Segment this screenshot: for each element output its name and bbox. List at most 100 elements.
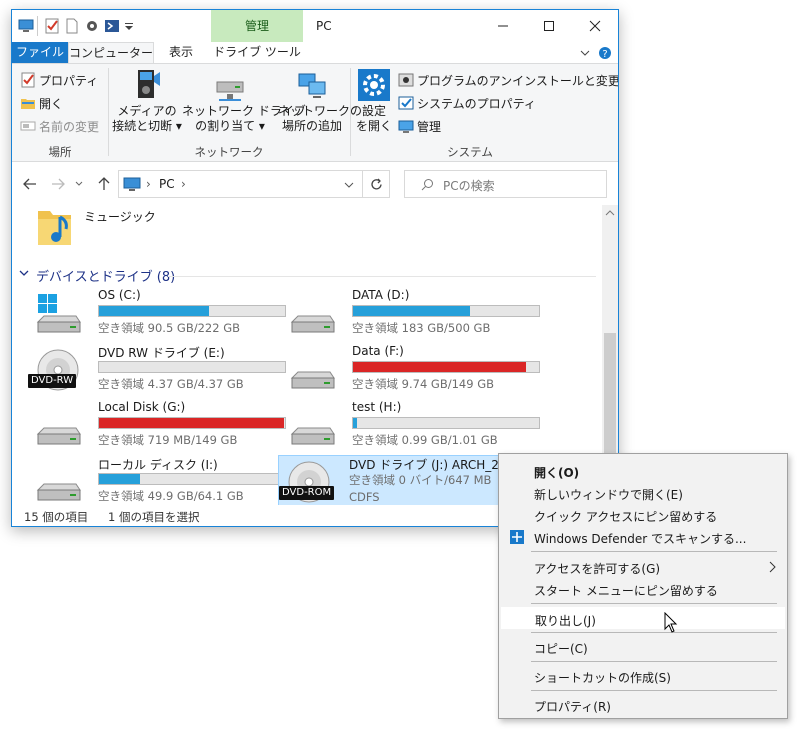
tab-file[interactable]: ファイル — [12, 42, 68, 64]
refresh-button[interactable] — [363, 170, 390, 198]
drive-tile[interactable]: test (H:) 空き領域 0.99 GB/1.01 GB — [282, 400, 540, 452]
system-properties-icon — [398, 96, 414, 110]
ribbon-tabs: ファイル コンピューター 表示 ドライブ ツール ? — [12, 42, 618, 64]
hard-drive-icon — [36, 427, 81, 445]
drive-tile[interactable]: Local Disk (G:) 空き領域 719 MB/149 GB — [28, 400, 286, 452]
folder-item-music[interactable]: ミュージック — [34, 205, 234, 249]
uninstall-label: プログラムのアンインストールと変更 — [417, 73, 619, 88]
search-input[interactable]: PCの検索 — [404, 170, 607, 198]
drive-tile[interactable]: OS (C:) 空き領域 90.5 GB/222 GB — [28, 288, 286, 340]
gear-icon[interactable] — [84, 18, 100, 34]
status-item-count: 15 個の項目 — [24, 510, 89, 524]
menu-label-open: 開く(O) — [534, 466, 580, 480]
forward-arrow-icon[interactable] — [50, 176, 66, 192]
customize-qa-icon[interactable] — [124, 18, 134, 34]
drive-usage-bar — [352, 305, 540, 317]
powershell-icon[interactable] — [104, 18, 120, 34]
minimize-button[interactable] — [480, 10, 526, 42]
drive-file-system: CDFS — [349, 490, 380, 504]
drive-free-space: 空き領域 9.74 GB/149 GB — [352, 377, 494, 391]
back-arrow-icon[interactable] — [22, 176, 38, 192]
menu-item-pin-start[interactable]: スタート メニューにピン留めする — [501, 578, 785, 600]
music-folder-icon — [38, 211, 71, 245]
open-command[interactable]: 開く — [20, 93, 63, 113]
chevron-right-icon — [769, 561, 776, 573]
chevron-down-icon[interactable] — [578, 46, 592, 60]
recent-locations-chevron-icon[interactable] — [74, 176, 84, 192]
add-network-location-command[interactable]: ネットワークの 場所の追加 — [278, 68, 362, 134]
tab-computer[interactable]: コンピューター — [68, 42, 154, 64]
rename-command[interactable]: 名前の変更 — [20, 116, 99, 136]
properties-icon — [21, 72, 35, 88]
up-arrow-icon[interactable] — [96, 176, 112, 192]
menu-item-eject[interactable]: 取り出し(J) — [501, 607, 785, 629]
breadcrumb-pc[interactable]: PC — [159, 177, 175, 191]
drive-name: DATA (D:) — [352, 288, 410, 302]
drive-free-space: 空き領域 0.99 GB/1.01 GB — [352, 433, 498, 447]
hard-drive-icon — [36, 483, 81, 501]
address-bar[interactable]: › PC › — [118, 170, 363, 198]
scroll-up-icon[interactable] — [605, 209, 615, 217]
drive-free-space: 空き領域 90.5 GB/222 GB — [98, 321, 240, 335]
close-button[interactable] — [572, 10, 618, 42]
menu-item-pin-quick-access[interactable]: クイック アクセスにピン留めする — [501, 504, 785, 526]
uninstall-icon — [398, 73, 414, 87]
drive-type-badge: DVD-ROM — [279, 486, 335, 500]
drive-tile[interactable]: DVD-ROM DVD ドライブ (J:) ARCH_202007 空き領域 0 バ… — [278, 455, 537, 505]
drive-usage-bar — [352, 361, 540, 373]
open-settings-command[interactable]: 設定 を開く — [354, 68, 394, 134]
drive-free-space: 空き領域 49.9 GB/64.1 GB — [98, 489, 244, 503]
menu-label-open-new-window: 新しいウィンドウで開く(E) — [534, 488, 683, 502]
tab-view[interactable]: 表示 — [154, 42, 208, 64]
status-selected-count: 1 個の項目を選択 — [108, 510, 200, 524]
chevron-down-icon — [19, 270, 29, 276]
section-header-devices[interactable]: デバイスとドライブ (8) — [18, 265, 598, 285]
menu-label-give-access: アクセスを許可する(G) — [534, 562, 661, 576]
drive-free-space: 空き領域 0 バイト/647 MB — [349, 473, 492, 487]
drive-free-space: 空き領域 4.37 GB/4.37 GB — [98, 377, 244, 391]
search-icon — [421, 179, 433, 191]
menu-label-eject: 取り出し(J) — [535, 614, 596, 628]
system-properties-command[interactable]: システムのプロパティ — [398, 93, 536, 113]
computer-icon[interactable] — [18, 18, 34, 34]
rename-label: 名前の変更 — [39, 119, 100, 134]
menu-separator — [531, 551, 777, 552]
uninstall-program-command[interactable]: プログラムのアンインストールと変更 — [398, 70, 619, 90]
drive-usage-fill — [353, 362, 526, 372]
drive-tile[interactable]: DVD-RW DVD RW ドライブ (E:) 空き領域 4.37 GB/4.37 … — [28, 344, 286, 396]
breadcrumb-separator: › — [181, 177, 186, 191]
ribbon: プロパティ 開く 名前の変更 場所 メディアの 接続と切断 ▾ ネットワーク ド… — [12, 63, 618, 162]
drive-tile[interactable]: DATA (D:) 空き領域 183 GB/500 GB — [282, 288, 540, 340]
menu-item-defender-scan[interactable]: Windows Defender でスキャンする... — [501, 526, 785, 548]
new-file-qa-icon[interactable] — [64, 18, 80, 34]
network-drive-icon — [216, 81, 244, 101]
folder-name-music: ミュージック — [84, 210, 156, 224]
address-history-chevron-icon[interactable] — [343, 179, 355, 191]
help-icon[interactable]: ? — [598, 46, 612, 60]
drive-usage-bar — [98, 417, 286, 429]
menu-label-copy: コピー(C) — [534, 642, 588, 656]
maximize-button[interactable] — [526, 10, 572, 42]
menu-item-open[interactable]: 開く(O) — [501, 460, 785, 482]
drive-free-space: 空き領域 719 MB/149 GB — [98, 433, 238, 447]
settings-gear-icon — [358, 69, 390, 101]
tab-drive-tools[interactable]: ドライブ ツール — [210, 42, 304, 64]
menu-label-defender-scan: Windows Defender でスキャンする... — [534, 532, 747, 546]
menu-label-pin-start: スタート メニューにピン留めする — [534, 584, 718, 598]
manage-label: 管理 — [417, 119, 442, 134]
properties-qa-icon[interactable] — [44, 18, 60, 34]
drive-tile[interactable]: Data (F:) 空き領域 9.74 GB/149 GB — [282, 344, 540, 396]
menu-item-give-access[interactable]: アクセスを許可する(G) — [501, 556, 785, 578]
map-network-drive-command[interactable]: ネットワーク ドライブ の割り当て ▾ — [182, 68, 306, 134]
drive-name: ローカル ディスク (I:) — [98, 458, 218, 472]
menu-item-copy[interactable]: コピー(C) — [501, 636, 785, 658]
properties-command[interactable]: プロパティ — [20, 70, 98, 90]
menu-item-open-new-window[interactable]: 新しいウィンドウで開く(E) — [501, 482, 785, 504]
drive-tile[interactable]: ローカル ディスク (I:) 空き領域 49.9 GB/64.1 GB — [28, 456, 286, 505]
system-properties-label: システムのプロパティ — [417, 96, 536, 111]
menu-item-create-shortcut[interactable]: ショートカットの作成(S) — [501, 665, 785, 687]
group-separator — [108, 68, 109, 156]
menu-item-properties[interactable]: プロパティ(R) — [501, 694, 785, 716]
media-connect-command[interactable]: メディアの 接続と切断 ▾ — [112, 68, 182, 134]
manage-command[interactable]: 管理 — [398, 116, 441, 136]
